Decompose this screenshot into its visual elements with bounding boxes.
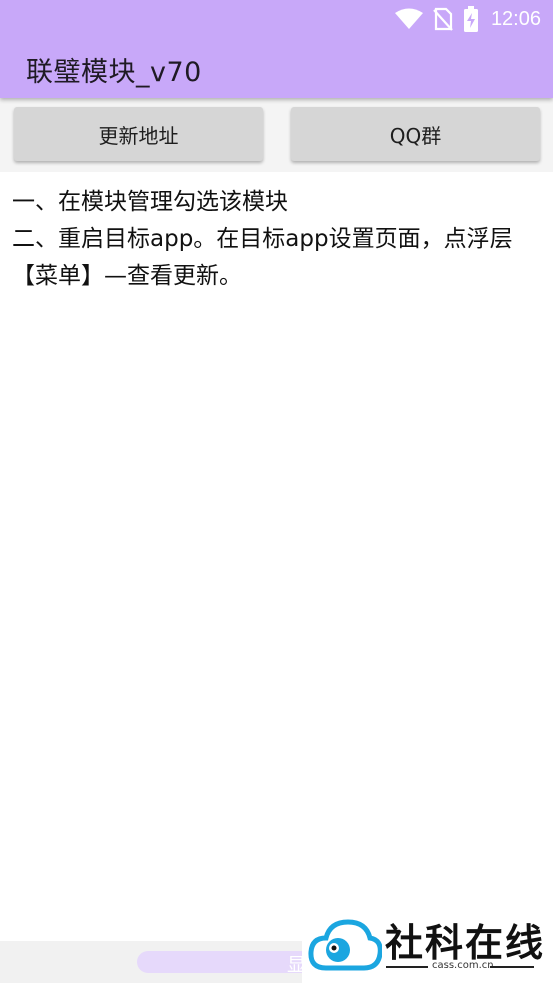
status-bar: 12:06	[394, 4, 541, 34]
wifi-icon	[394, 8, 423, 29]
watermark-text: 社科在线	[385, 921, 546, 965]
button-row: 更新地址 QQ群	[0, 98, 553, 172]
instruction-step-2: 二、重启目标app。在目标app设置页面，点浮层【菜单】—查看更新。	[12, 226, 513, 289]
cloud-eye-logo-icon	[308, 919, 382, 971]
battery-charging-icon	[463, 6, 478, 32]
watermark-divider-left	[386, 966, 428, 968]
instructions: 一、在模块管理勾选该模块 二、重启目标app。在目标app设置页面，点浮层【菜单…	[12, 184, 547, 295]
page-title: 联璧模块_v70	[26, 57, 202, 88]
watermark-divider-right	[490, 966, 534, 968]
watermark-domain: cass.com.cn	[432, 960, 494, 971]
update-address-button[interactable]: 更新地址	[14, 107, 263, 161]
app-header: 12:06 联璧模块_v70	[0, 0, 553, 98]
instruction-step-1: 一、在模块管理勾选该模块	[12, 189, 288, 215]
no-sim-icon	[433, 7, 453, 31]
status-time: 12:06	[490, 7, 541, 30]
qq-group-button[interactable]: QQ群	[291, 107, 540, 161]
bottom-action-button[interactable]	[137, 951, 312, 973]
